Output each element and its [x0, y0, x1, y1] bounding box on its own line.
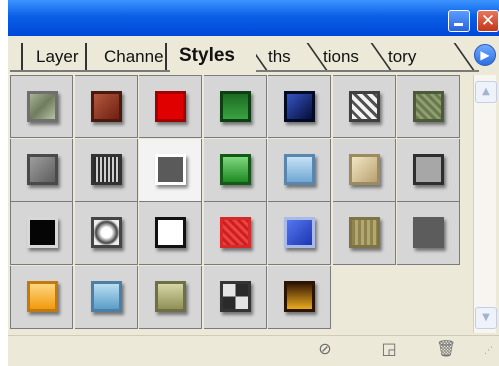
- style-cell[interactable]: [75, 266, 138, 329]
- style-6-swatch-icon: [349, 91, 380, 122]
- tab-history[interactable]: tory: [388, 43, 432, 70]
- style-cell[interactable]: [204, 266, 267, 329]
- style-cell[interactable]: [397, 75, 460, 138]
- tab-paths[interactable]: ths: [268, 43, 298, 70]
- style-24-swatch-icon: [155, 281, 186, 312]
- style-7-swatch-icon: [413, 91, 444, 122]
- style-21-swatch-icon: [413, 217, 444, 248]
- style-cell[interactable]: [10, 202, 73, 265]
- tab-layers[interactable]: Layer: [36, 43, 86, 70]
- tab-divider: [85, 43, 87, 70]
- clear-style-icon[interactable]: ⊘: [315, 339, 335, 359]
- style-12-swatch-icon: [284, 154, 315, 185]
- scroll-up-button[interactable]: ▲: [475, 81, 497, 103]
- style-cell[interactable]: [204, 139, 267, 202]
- title-bar[interactable]: ✕: [8, 0, 499, 36]
- style-4-swatch-icon: [220, 91, 251, 122]
- style-cell[interactable]: [268, 75, 331, 138]
- style-3-swatch-icon: [155, 91, 186, 122]
- style-cell[interactable]: [139, 75, 202, 138]
- new-style-icon[interactable]: ◲: [379, 339, 399, 359]
- style-5-swatch-icon: [284, 91, 315, 122]
- style-2-swatch-icon: [91, 91, 122, 122]
- style-23-swatch-icon: [91, 281, 122, 312]
- delete-style-icon[interactable]: 🗑: [436, 339, 456, 359]
- style-1-swatch-icon: [27, 91, 58, 122]
- style-cell[interactable]: [139, 202, 202, 265]
- tab-divider: [21, 43, 23, 70]
- tab-actions[interactable]: tions: [323, 43, 361, 70]
- style-cell[interactable]: [397, 202, 460, 265]
- style-cell[interactable]: [10, 139, 73, 202]
- style-19-swatch-icon: [284, 217, 315, 248]
- style-22-swatch-icon: [27, 281, 58, 312]
- style-cell[interactable]: [268, 266, 331, 329]
- styles-panel-window: ✕ Layer Channe Styles ths tions tory ▶ ▲…: [0, 0, 499, 366]
- style-16-swatch-icon: [91, 217, 122, 248]
- style-cell[interactable]: [268, 139, 331, 202]
- style-cell[interactable]: [333, 139, 396, 202]
- style-cell[interactable]: [139, 266, 202, 329]
- style-cell[interactable]: [333, 75, 396, 138]
- desktop-edge: [0, 0, 8, 366]
- close-button[interactable]: ✕: [477, 10, 499, 32]
- style-9-swatch-icon: [91, 154, 122, 185]
- resize-grip-icon[interactable]: ⋰: [478, 347, 494, 362]
- style-cell[interactable]: [139, 139, 202, 202]
- style-cell[interactable]: [204, 202, 267, 265]
- panel-footer: [8, 335, 499, 366]
- style-26-swatch-icon: [284, 281, 315, 312]
- style-cell[interactable]: [397, 139, 460, 202]
- style-14-swatch-icon: [413, 154, 444, 185]
- style-15-swatch-icon: [27, 217, 58, 248]
- style-cell[interactable]: [75, 75, 138, 138]
- vertical-scrollbar[interactable]: ▲ ▼: [473, 75, 497, 333]
- style-cell[interactable]: [333, 202, 396, 265]
- style-11-swatch-icon: [220, 154, 251, 185]
- styles-grid: [10, 75, 472, 333]
- style-cell[interactable]: [75, 202, 138, 265]
- tab-channels[interactable]: Channe: [104, 43, 166, 70]
- style-cell[interactable]: [10, 266, 73, 329]
- style-20-swatch-icon: [349, 217, 380, 248]
- tab-styles[interactable]: Styles: [170, 40, 256, 72]
- style-8-swatch-icon: [27, 154, 58, 185]
- panel-menu-arrow-icon[interactable]: ▶: [474, 44, 496, 66]
- style-25-swatch-icon: [220, 281, 251, 312]
- style-cell[interactable]: [10, 75, 73, 138]
- style-cell[interactable]: [75, 139, 138, 202]
- style-17-swatch-icon: [155, 217, 186, 248]
- style-10-swatch-icon: [155, 154, 186, 185]
- style-18-swatch-icon: [220, 217, 251, 248]
- style-cell[interactable]: [268, 202, 331, 265]
- style-cell[interactable]: [204, 75, 267, 138]
- minimize-button[interactable]: [448, 10, 470, 32]
- tab-divider: [165, 43, 167, 70]
- style-13-swatch-icon: [349, 154, 380, 185]
- scroll-down-button[interactable]: ▼: [475, 307, 497, 329]
